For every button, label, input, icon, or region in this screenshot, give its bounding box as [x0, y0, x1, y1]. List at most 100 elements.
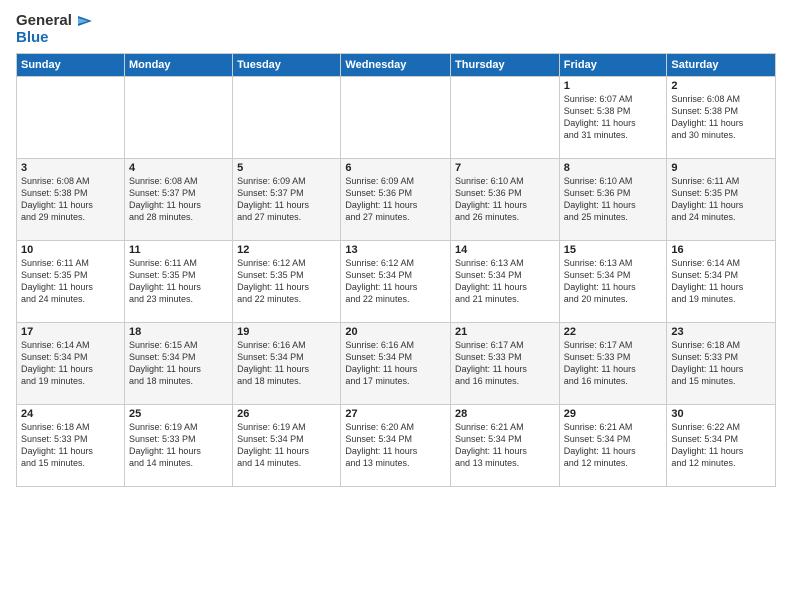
day-number: 14 [455, 244, 555, 256]
calendar-week-1: 1Sunrise: 6:07 AM Sunset: 5:38 PM Daylig… [17, 76, 776, 158]
day-info: Sunrise: 6:21 AM Sunset: 5:34 PM Dayligh… [455, 421, 555, 470]
calendar-week-2: 3Sunrise: 6:08 AM Sunset: 5:38 PM Daylig… [17, 158, 776, 240]
day-header-thursday: Thursday [451, 53, 560, 76]
day-number: 21 [455, 326, 555, 338]
calendar-cell: 16Sunrise: 6:14 AM Sunset: 5:34 PM Dayli… [667, 240, 776, 322]
logo-bird-icon [74, 12, 94, 30]
day-info: Sunrise: 6:17 AM Sunset: 5:33 PM Dayligh… [564, 339, 663, 388]
calendar-cell: 25Sunrise: 6:19 AM Sunset: 5:33 PM Dayli… [124, 404, 232, 486]
calendar-cell: 28Sunrise: 6:21 AM Sunset: 5:34 PM Dayli… [451, 404, 560, 486]
day-number: 18 [129, 326, 228, 338]
day-number: 6 [345, 162, 446, 174]
calendar-cell: 18Sunrise: 6:15 AM Sunset: 5:34 PM Dayli… [124, 322, 232, 404]
calendar-table: SundayMondayTuesdayWednesdayThursdayFrid… [16, 53, 776, 487]
header: General Blue [16, 12, 776, 47]
day-number: 11 [129, 244, 228, 256]
calendar-cell: 5Sunrise: 6:09 AM Sunset: 5:37 PM Daylig… [233, 158, 341, 240]
logo: General Blue [16, 12, 94, 47]
day-info: Sunrise: 6:12 AM Sunset: 5:34 PM Dayligh… [345, 257, 446, 306]
day-info: Sunrise: 6:22 AM Sunset: 5:34 PM Dayligh… [671, 421, 771, 470]
day-info: Sunrise: 6:16 AM Sunset: 5:34 PM Dayligh… [345, 339, 446, 388]
day-number: 12 [237, 244, 336, 256]
day-info: Sunrise: 6:21 AM Sunset: 5:34 PM Dayligh… [564, 421, 663, 470]
day-header-tuesday: Tuesday [233, 53, 341, 76]
day-number: 15 [564, 244, 663, 256]
day-info: Sunrise: 6:17 AM Sunset: 5:33 PM Dayligh… [455, 339, 555, 388]
day-number: 9 [671, 162, 771, 174]
day-number: 27 [345, 408, 446, 420]
day-info: Sunrise: 6:11 AM Sunset: 5:35 PM Dayligh… [21, 257, 120, 306]
calendar-week-3: 10Sunrise: 6:11 AM Sunset: 5:35 PM Dayli… [17, 240, 776, 322]
day-number: 23 [671, 326, 771, 338]
calendar-cell: 3Sunrise: 6:08 AM Sunset: 5:38 PM Daylig… [17, 158, 125, 240]
day-info: Sunrise: 6:13 AM Sunset: 5:34 PM Dayligh… [455, 257, 555, 306]
calendar-cell: 23Sunrise: 6:18 AM Sunset: 5:33 PM Dayli… [667, 322, 776, 404]
day-number: 3 [21, 162, 120, 174]
calendar-cell: 26Sunrise: 6:19 AM Sunset: 5:34 PM Dayli… [233, 404, 341, 486]
logo-general: General [16, 13, 72, 30]
day-number: 25 [129, 408, 228, 420]
calendar-cell: 13Sunrise: 6:12 AM Sunset: 5:34 PM Dayli… [341, 240, 451, 322]
day-number: 4 [129, 162, 228, 174]
day-info: Sunrise: 6:14 AM Sunset: 5:34 PM Dayligh… [21, 339, 120, 388]
day-number: 5 [237, 162, 336, 174]
day-header-wednesday: Wednesday [341, 53, 451, 76]
calendar-cell: 22Sunrise: 6:17 AM Sunset: 5:33 PM Dayli… [559, 322, 667, 404]
calendar-cell: 9Sunrise: 6:11 AM Sunset: 5:35 PM Daylig… [667, 158, 776, 240]
page-container: General Blue SundayMondayTuesdayWednesda… [0, 0, 792, 495]
day-header-friday: Friday [559, 53, 667, 76]
calendar-cell [451, 76, 560, 158]
day-number: 19 [237, 326, 336, 338]
day-number: 26 [237, 408, 336, 420]
day-info: Sunrise: 6:08 AM Sunset: 5:38 PM Dayligh… [671, 93, 771, 142]
calendar-cell: 19Sunrise: 6:16 AM Sunset: 5:34 PM Dayli… [233, 322, 341, 404]
day-number: 7 [455, 162, 555, 174]
calendar-cell: 24Sunrise: 6:18 AM Sunset: 5:33 PM Dayli… [17, 404, 125, 486]
calendar-cell: 27Sunrise: 6:20 AM Sunset: 5:34 PM Dayli… [341, 404, 451, 486]
day-info: Sunrise: 6:07 AM Sunset: 5:38 PM Dayligh… [564, 93, 663, 142]
calendar-cell: 17Sunrise: 6:14 AM Sunset: 5:34 PM Dayli… [17, 322, 125, 404]
day-number: 24 [21, 408, 120, 420]
calendar-week-5: 24Sunrise: 6:18 AM Sunset: 5:33 PM Dayli… [17, 404, 776, 486]
day-number: 28 [455, 408, 555, 420]
day-number: 22 [564, 326, 663, 338]
day-info: Sunrise: 6:18 AM Sunset: 5:33 PM Dayligh… [21, 421, 120, 470]
day-info: Sunrise: 6:12 AM Sunset: 5:35 PM Dayligh… [237, 257, 336, 306]
calendar-cell: 20Sunrise: 6:16 AM Sunset: 5:34 PM Dayli… [341, 322, 451, 404]
day-info: Sunrise: 6:15 AM Sunset: 5:34 PM Dayligh… [129, 339, 228, 388]
day-info: Sunrise: 6:16 AM Sunset: 5:34 PM Dayligh… [237, 339, 336, 388]
day-info: Sunrise: 6:11 AM Sunset: 5:35 PM Dayligh… [129, 257, 228, 306]
day-number: 1 [564, 80, 663, 92]
logo-blue: Blue [16, 30, 49, 47]
day-info: Sunrise: 6:13 AM Sunset: 5:34 PM Dayligh… [564, 257, 663, 306]
calendar-cell [124, 76, 232, 158]
day-info: Sunrise: 6:08 AM Sunset: 5:38 PM Dayligh… [21, 175, 120, 224]
day-header-sunday: Sunday [17, 53, 125, 76]
day-info: Sunrise: 6:11 AM Sunset: 5:35 PM Dayligh… [671, 175, 771, 224]
calendar-cell: 12Sunrise: 6:12 AM Sunset: 5:35 PM Dayli… [233, 240, 341, 322]
day-header-monday: Monday [124, 53, 232, 76]
day-info: Sunrise: 6:14 AM Sunset: 5:34 PM Dayligh… [671, 257, 771, 306]
day-info: Sunrise: 6:08 AM Sunset: 5:37 PM Dayligh… [129, 175, 228, 224]
calendar-cell: 2Sunrise: 6:08 AM Sunset: 5:38 PM Daylig… [667, 76, 776, 158]
calendar-cell [341, 76, 451, 158]
day-number: 10 [21, 244, 120, 256]
day-number: 29 [564, 408, 663, 420]
calendar-cell: 4Sunrise: 6:08 AM Sunset: 5:37 PM Daylig… [124, 158, 232, 240]
calendar-cell: 7Sunrise: 6:10 AM Sunset: 5:36 PM Daylig… [451, 158, 560, 240]
calendar-week-4: 17Sunrise: 6:14 AM Sunset: 5:34 PM Dayli… [17, 322, 776, 404]
calendar-cell: 21Sunrise: 6:17 AM Sunset: 5:33 PM Dayli… [451, 322, 560, 404]
day-number: 2 [671, 80, 771, 92]
day-number: 8 [564, 162, 663, 174]
day-info: Sunrise: 6:18 AM Sunset: 5:33 PM Dayligh… [671, 339, 771, 388]
calendar-cell: 30Sunrise: 6:22 AM Sunset: 5:34 PM Dayli… [667, 404, 776, 486]
day-info: Sunrise: 6:20 AM Sunset: 5:34 PM Dayligh… [345, 421, 446, 470]
calendar-cell [233, 76, 341, 158]
calendar-cell: 14Sunrise: 6:13 AM Sunset: 5:34 PM Dayli… [451, 240, 560, 322]
day-info: Sunrise: 6:09 AM Sunset: 5:37 PM Dayligh… [237, 175, 336, 224]
day-number: 17 [21, 326, 120, 338]
calendar-cell: 10Sunrise: 6:11 AM Sunset: 5:35 PM Dayli… [17, 240, 125, 322]
day-info: Sunrise: 6:19 AM Sunset: 5:33 PM Dayligh… [129, 421, 228, 470]
day-header-saturday: Saturday [667, 53, 776, 76]
day-info: Sunrise: 6:10 AM Sunset: 5:36 PM Dayligh… [455, 175, 555, 224]
